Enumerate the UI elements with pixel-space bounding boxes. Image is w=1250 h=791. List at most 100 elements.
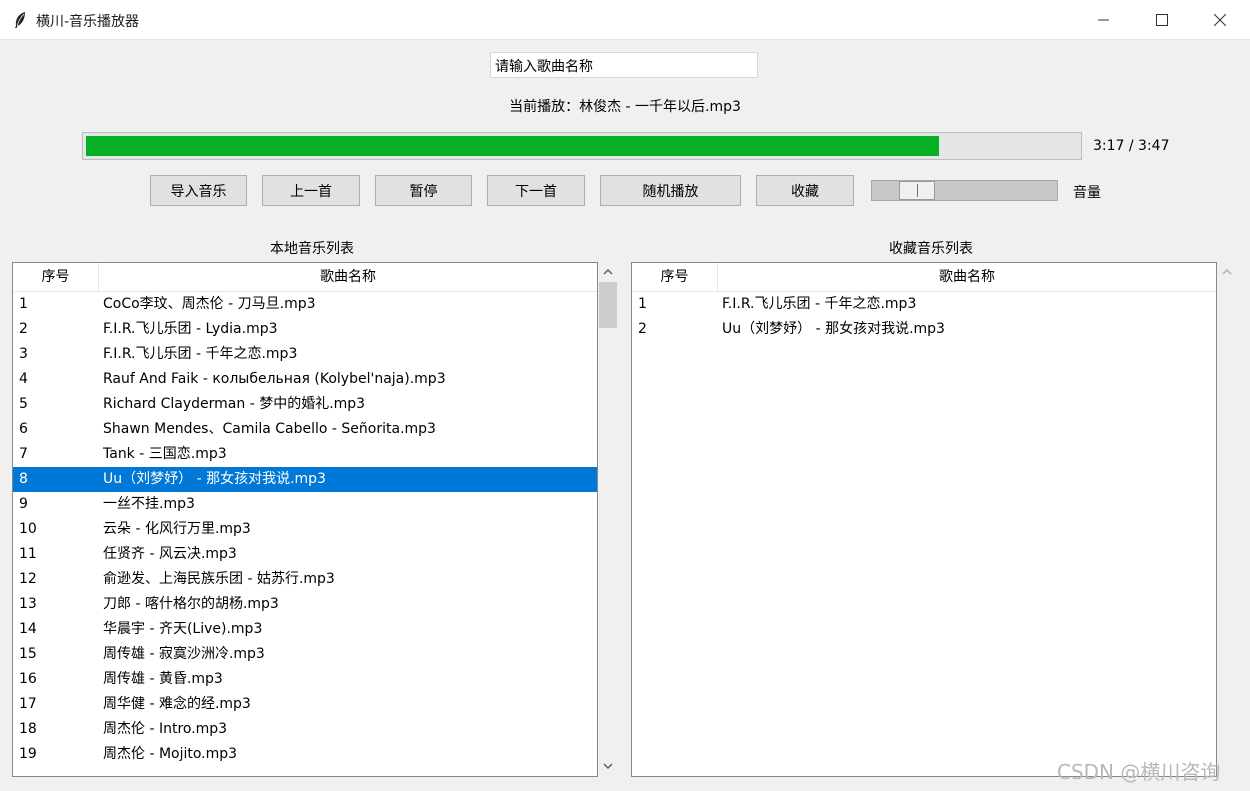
row-number: 8 [19,471,28,487]
row-song-name: 一丝不挂.mp3 [103,496,195,512]
list-item[interactable]: 9 一丝不挂.mp3 [13,492,597,517]
list-item[interactable]: 8 Uu（刘梦妤） - 那女孩对我说.mp3 [13,467,597,492]
row-number: 13 [19,596,37,612]
local-list-title: 本地音乐列表 [270,241,354,257]
list-item[interactable]: 15 周传雄 - 寂寞沙洲冷.mp3 [13,642,597,667]
list-item[interactable]: 10 云朵 - 化风行万里.mp3 [13,517,597,542]
list-item[interactable]: 1 CoCo李玟、周杰伦 - 刀马旦.mp3 [13,292,597,317]
list-item[interactable]: 3 F.I.R.飞儿乐团 - 千年之恋.mp3 [13,342,597,367]
local-list-scrollbar[interactable] [598,262,618,777]
row-song-name: Tank - 三国恋.mp3 [103,446,227,462]
pause-button[interactable]: 暂停 [375,175,472,206]
scroll-down-icon[interactable] [601,759,615,773]
import-music-button[interactable]: 导入音乐 [150,175,247,206]
row-song-name: F.I.R.飞儿乐团 - 千年之恋.mp3 [103,346,298,362]
row-song-name: 刀郎 - 喀什格尔的胡杨.mp3 [103,596,279,612]
list-item[interactable]: 12 俞逊发、上海民族乐团 - 姑苏行.mp3 [13,567,597,592]
row-song-name: F.I.R.飞儿乐团 - Lydia.mp3 [103,321,278,337]
row-number: 10 [19,521,37,537]
row-number: 9 [19,496,28,512]
row-number: 12 [19,571,37,587]
favorite-button[interactable]: 收藏 [756,175,854,206]
row-number: 5 [19,396,28,412]
row-song-name: 华晨宇 - 齐天(Live).mp3 [103,621,263,637]
list-item[interactable]: 11 任贤齐 - 风云决.mp3 [13,542,597,567]
scrollbar-thumb[interactable] [599,282,617,328]
next-button[interactable]: 下一首 [487,175,585,206]
list-header: 序号 歌曲名称 [13,263,597,292]
volume-label: 音量 [1073,185,1101,201]
list-item[interactable]: 7 Tank - 三国恋.mp3 [13,442,597,467]
row-number: 7 [19,446,28,462]
column-header-number[interactable]: 序号 [13,263,99,291]
progress-fill [86,136,939,156]
row-number: 4 [19,371,28,387]
local-music-list[interactable]: 序号 歌曲名称 1 CoCo李玟、周杰伦 - 刀马旦.mp3 2 F.I.R.飞儿乐团… [12,262,598,777]
watermark: CSDN @横川咨询 [1057,760,1221,784]
list-item[interactable]: 5 Richard Clayderman - 梦中的婚礼.mp3 [13,392,597,417]
minimize-icon [1098,19,1109,21]
row-song-name: Uu（刘梦妤） - 那女孩对我说.mp3 [722,321,945,337]
list-item[interactable]: 17 周华健 - 难念的经.mp3 [13,692,597,717]
row-song-name: 周传雄 - 寂寞沙洲冷.mp3 [103,646,265,662]
column-header-number[interactable]: 序号 [632,263,718,291]
row-song-name: 俞逊发、上海民族乐团 - 姑苏行.mp3 [103,571,335,587]
row-song-name: 周华健 - 难念的经.mp3 [103,696,251,712]
row-song-name: CoCo李玟、周杰伦 - 刀马旦.mp3 [103,296,316,312]
list-item[interactable]: 6 Shawn Mendes、Camila Cabello - Señorita.… [13,417,597,442]
list-item[interactable]: 18 周杰伦 - Intro.mp3 [13,717,597,742]
row-number: 15 [19,646,37,662]
row-number: 16 [19,671,37,687]
favorite-list-title: 收藏音乐列表 [889,241,973,257]
volume-slider[interactable] [871,180,1058,201]
row-number: 6 [19,421,28,437]
list-item[interactable]: 4 Rauf And Faik - колыбельная (Kolybel'na… [13,367,597,392]
list-header: 序号 歌曲名称 [632,263,1216,292]
row-number: 1 [638,296,647,312]
list-item[interactable]: 1 F.I.R.飞儿乐团 - 千年之恋.mp3 [632,292,1216,317]
row-song-name: 周杰伦 - Mojito.mp3 [103,746,238,762]
list-item[interactable]: 14 华晨宇 - 齐天(Live).mp3 [13,617,597,642]
feather-icon [12,11,28,29]
time-readout: 3:17 / 3:47 [1093,138,1170,154]
row-song-name: Uu（刘梦妤） - 那女孩对我说.mp3 [103,471,326,487]
scroll-up-icon[interactable] [601,265,615,279]
scroll-up-icon[interactable] [1220,265,1234,279]
column-header-song[interactable]: 歌曲名称 [99,263,597,291]
row-song-name: 周传雄 - 黄昏.mp3 [103,671,223,687]
maximize-button[interactable] [1133,0,1191,40]
progress-bar[interactable] [82,132,1082,160]
maximize-icon [1156,14,1168,26]
row-song-name: 周杰伦 - Intro.mp3 [103,721,228,737]
row-number: 2 [19,321,28,337]
list-item[interactable]: 2 Uu（刘梦妤） - 那女孩对我说.mp3 [632,317,1216,342]
row-song-name: Richard Clayderman - 梦中的婚礼.mp3 [103,396,366,412]
row-song-name: 云朵 - 化风行万里.mp3 [103,521,251,537]
list-item[interactable]: 13 刀郎 - 喀什格尔的胡杨.mp3 [13,592,597,617]
title-bar: 横川-音乐播放器 [0,0,1250,40]
row-number: 14 [19,621,37,637]
list-item[interactable]: 2 F.I.R.飞儿乐团 - Lydia.mp3 [13,317,597,342]
search-input[interactable]: 请输入歌曲名称 [490,52,758,78]
previous-button[interactable]: 上一首 [262,175,360,206]
row-number: 18 [19,721,37,737]
row-number: 19 [19,746,37,762]
row-number: 17 [19,696,37,712]
column-header-song[interactable]: 歌曲名称 [718,263,1216,291]
row-number: 1 [19,296,28,312]
list-item[interactable]: 19 周杰伦 - Mojito.mp3 [13,742,597,767]
row-song-name: Shawn Mendes、Camila Cabello - Señorita.m… [103,421,436,437]
close-icon [1214,14,1226,26]
favorite-list-rows: 1 F.I.R.飞儿乐团 - 千年之恋.mp3 2 Uu（刘梦妤） - 那女孩对我说.… [632,292,1216,342]
close-button[interactable] [1191,0,1249,40]
list-item[interactable]: 16 周传雄 - 黄昏.mp3 [13,667,597,692]
row-number: 2 [638,321,647,337]
local-list-rows: 1 CoCo李玟、周杰伦 - 刀马旦.mp3 2 F.I.R.飞儿乐团 - Lydia… [13,292,597,767]
row-song-name: F.I.R.飞儿乐团 - 千年之恋.mp3 [722,296,917,312]
favorite-music-list[interactable]: 序号 歌曲名称 1 F.I.R.飞儿乐团 - 千年之恋.mp3 2 Uu（刘梦妤） -… [631,262,1217,777]
favorite-list-scrollbar[interactable] [1217,262,1237,777]
shuffle-button[interactable]: 随机播放 [600,175,741,206]
minimize-button[interactable] [1075,0,1133,40]
volume-slider-handle[interactable] [899,181,935,200]
row-number: 11 [19,546,37,562]
